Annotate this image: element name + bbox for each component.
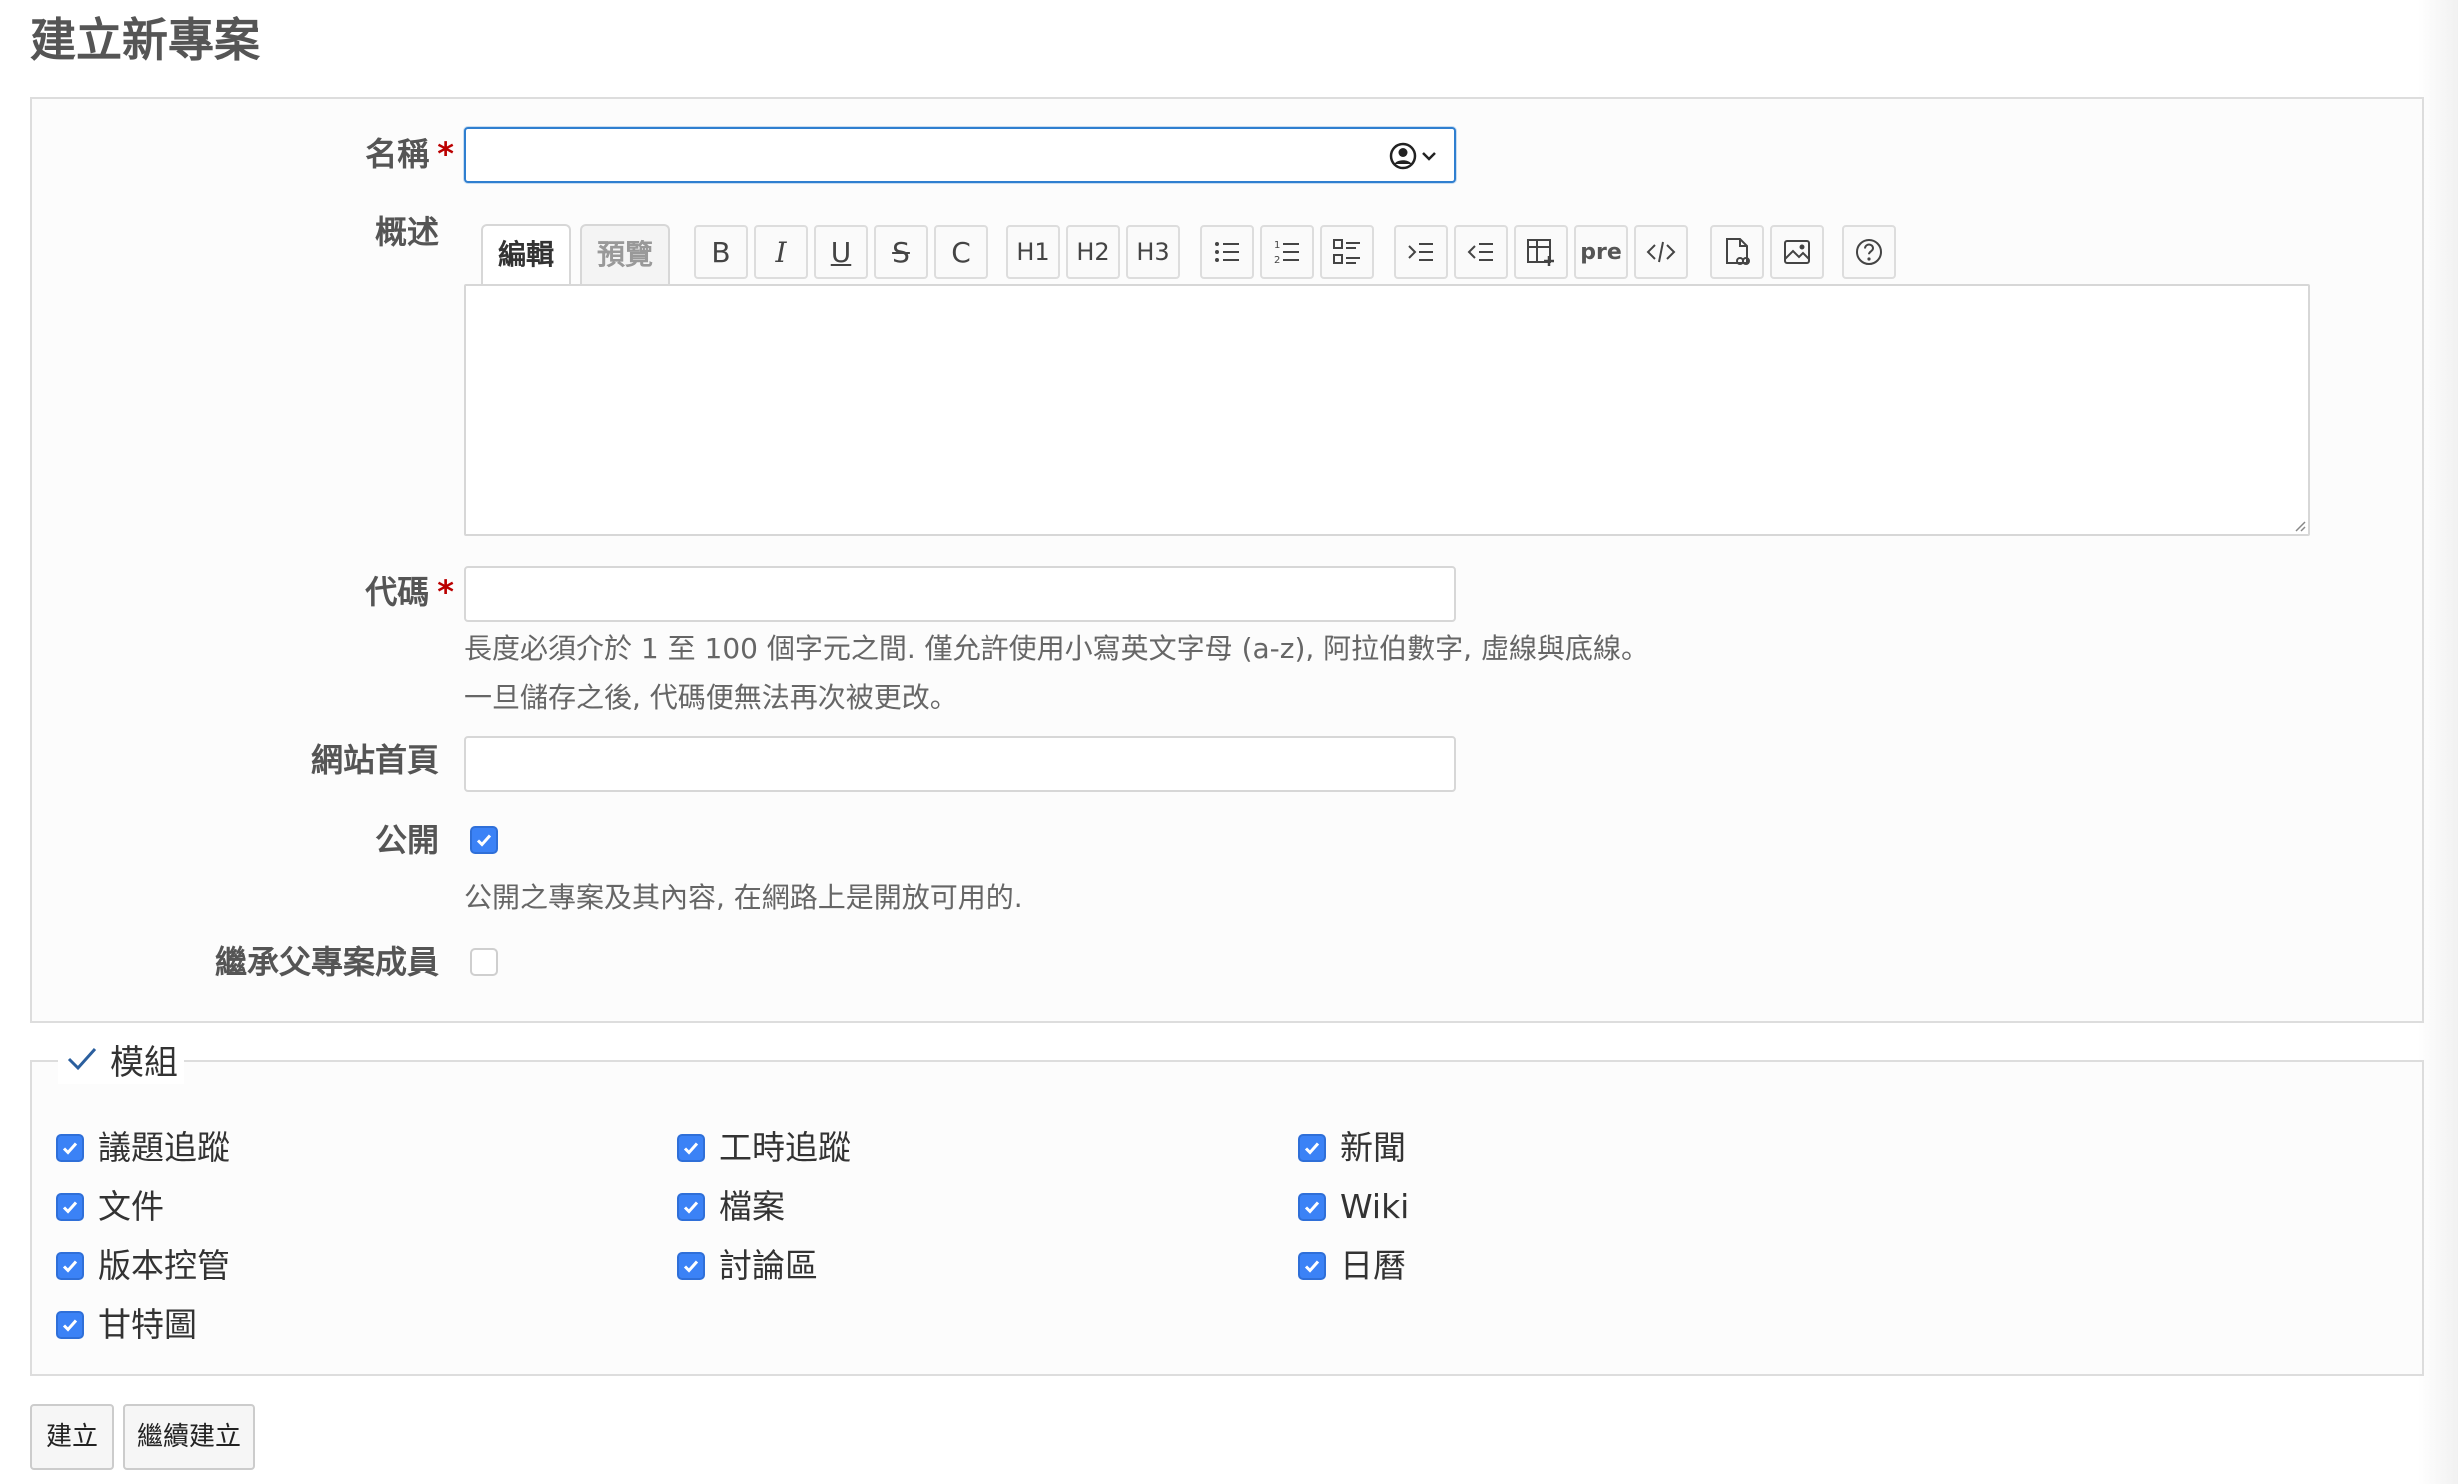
- inherit-members-checkbox[interactable]: [470, 948, 498, 976]
- identifier-input[interactable]: [464, 566, 1456, 622]
- pre-button[interactable]: pre: [1574, 225, 1628, 279]
- description-label: 概述: [374, 213, 439, 251]
- module-label: 工時追蹤: [719, 1128, 851, 1167]
- label-column: 名稱 * 概述 代碼 * 網站首頁 公開 繼承父專案成員: [32, 99, 454, 1021]
- module-checkbox[interactable]: [56, 1252, 84, 1280]
- checkmark-icon: [62, 1201, 78, 1214]
- module-label: 檔案: [719, 1187, 785, 1226]
- checkmark-icon: [62, 1319, 78, 1332]
- check-toggle-icon: [67, 1047, 97, 1071]
- identifier-label: 代碼 *: [365, 573, 454, 611]
- homepage-input[interactable]: [464, 736, 1456, 792]
- page-title: 建立新專案: [30, 13, 260, 67]
- module-checkbox[interactable]: [677, 1193, 705, 1221]
- chevron-down-icon: [1422, 152, 1436, 161]
- public-hint: 公開之專案及其內容, 在網路上是開放可用的.: [464, 881, 1023, 914]
- checkmark-icon: [683, 1260, 699, 1273]
- modules-legend-label: 模組: [110, 1042, 178, 1083]
- module-label: 新聞: [1340, 1128, 1406, 1167]
- module-checkbox[interactable]: [1298, 1134, 1326, 1162]
- help-icon[interactable]: [1842, 225, 1896, 279]
- module-checkbox[interactable]: [1298, 1193, 1326, 1221]
- heading3-button[interactable]: H3: [1126, 225, 1180, 279]
- svg-text:1: 1: [1274, 240, 1280, 251]
- task-list-icon[interactable]: [1320, 225, 1374, 279]
- checkmark-icon: [476, 834, 492, 847]
- window-edge-shade: [2418, 0, 2458, 1484]
- module-label: 日曆: [1340, 1246, 1406, 1285]
- required-mark: *: [437, 135, 454, 173]
- modules-fieldset: 模組 議題追蹤 工時追蹤 新聞 文件 檔案 Wiki 版本控管 討論區 日曆 甘…: [30, 1034, 2424, 1376]
- module-checkbox[interactable]: [56, 1134, 84, 1162]
- resize-handle-icon[interactable]: [2292, 518, 2306, 532]
- tab-preview[interactable]: 預覽: [580, 224, 670, 284]
- bold-button[interactable]: B: [694, 225, 748, 279]
- heading2-button[interactable]: H2: [1066, 225, 1120, 279]
- required-mark: *: [437, 573, 454, 611]
- description-textarea[interactable]: [464, 284, 2310, 536]
- insert-table-icon[interactable]: [1514, 225, 1568, 279]
- autofill-contact-icon[interactable]: [1388, 141, 1438, 171]
- module-label: 討論區: [719, 1246, 818, 1285]
- inherit-members-label: 繼承父專案成員: [214, 943, 439, 981]
- name-input[interactable]: [464, 127, 1456, 183]
- heading1-button[interactable]: H1: [1006, 225, 1060, 279]
- module-label: 文件: [98, 1187, 164, 1226]
- identifier-hint-immutable: 一旦儲存之後, 代碼便無法再次被更改。: [464, 681, 958, 714]
- inline-code-button[interactable]: C: [934, 225, 988, 279]
- name-label: 名稱 *: [365, 135, 454, 173]
- module-label: 版本控管: [98, 1246, 230, 1285]
- checkmark-icon: [683, 1201, 699, 1214]
- underline-button[interactable]: U: [814, 225, 868, 279]
- module-label: 甘特圖: [98, 1305, 197, 1344]
- module-checkbox[interactable]: [677, 1252, 705, 1280]
- svg-text:2: 2: [1274, 255, 1280, 266]
- outdent-icon[interactable]: [1454, 225, 1508, 279]
- checkmark-icon: [1304, 1201, 1320, 1214]
- indent-icon[interactable]: [1394, 225, 1448, 279]
- tab-edit[interactable]: 編輯: [481, 224, 571, 284]
- create-continue-button[interactable]: 繼續建立: [123, 1404, 255, 1470]
- public-label: 公開: [374, 821, 439, 859]
- checkmark-icon: [683, 1142, 699, 1155]
- module-label: Wiki: [1340, 1187, 1410, 1226]
- module-checkbox[interactable]: [56, 1311, 84, 1339]
- italic-button[interactable]: I: [754, 225, 808, 279]
- identifier-hint-length: 長度必須介於 1 至 100 個字元之間. 僅允許使用小寫英文字母 (a-z),…: [464, 632, 1649, 665]
- module-checkbox[interactable]: [1298, 1252, 1326, 1280]
- module-checkbox[interactable]: [56, 1193, 84, 1221]
- modules-legend[interactable]: 模組: [58, 1034, 184, 1084]
- public-checkbox[interactable]: [470, 826, 498, 854]
- checkmark-icon: [1304, 1142, 1320, 1155]
- bullet-list-icon[interactable]: [1200, 225, 1254, 279]
- checkmark-icon: [1304, 1260, 1320, 1273]
- attachment-link-icon[interactable]: [1710, 225, 1764, 279]
- module-label: 議題追蹤: [98, 1128, 230, 1167]
- checkmark-icon: [62, 1142, 78, 1155]
- create-button[interactable]: 建立: [30, 1404, 114, 1470]
- image-icon[interactable]: [1770, 225, 1824, 279]
- homepage-label: 網站首頁: [310, 741, 439, 779]
- checkmark-icon: [62, 1260, 78, 1273]
- strikethrough-button[interactable]: S: [874, 225, 928, 279]
- module-checkbox[interactable]: [677, 1134, 705, 1162]
- numbered-list-icon[interactable]: 12: [1260, 225, 1314, 279]
- code-block-icon[interactable]: [1634, 225, 1688, 279]
